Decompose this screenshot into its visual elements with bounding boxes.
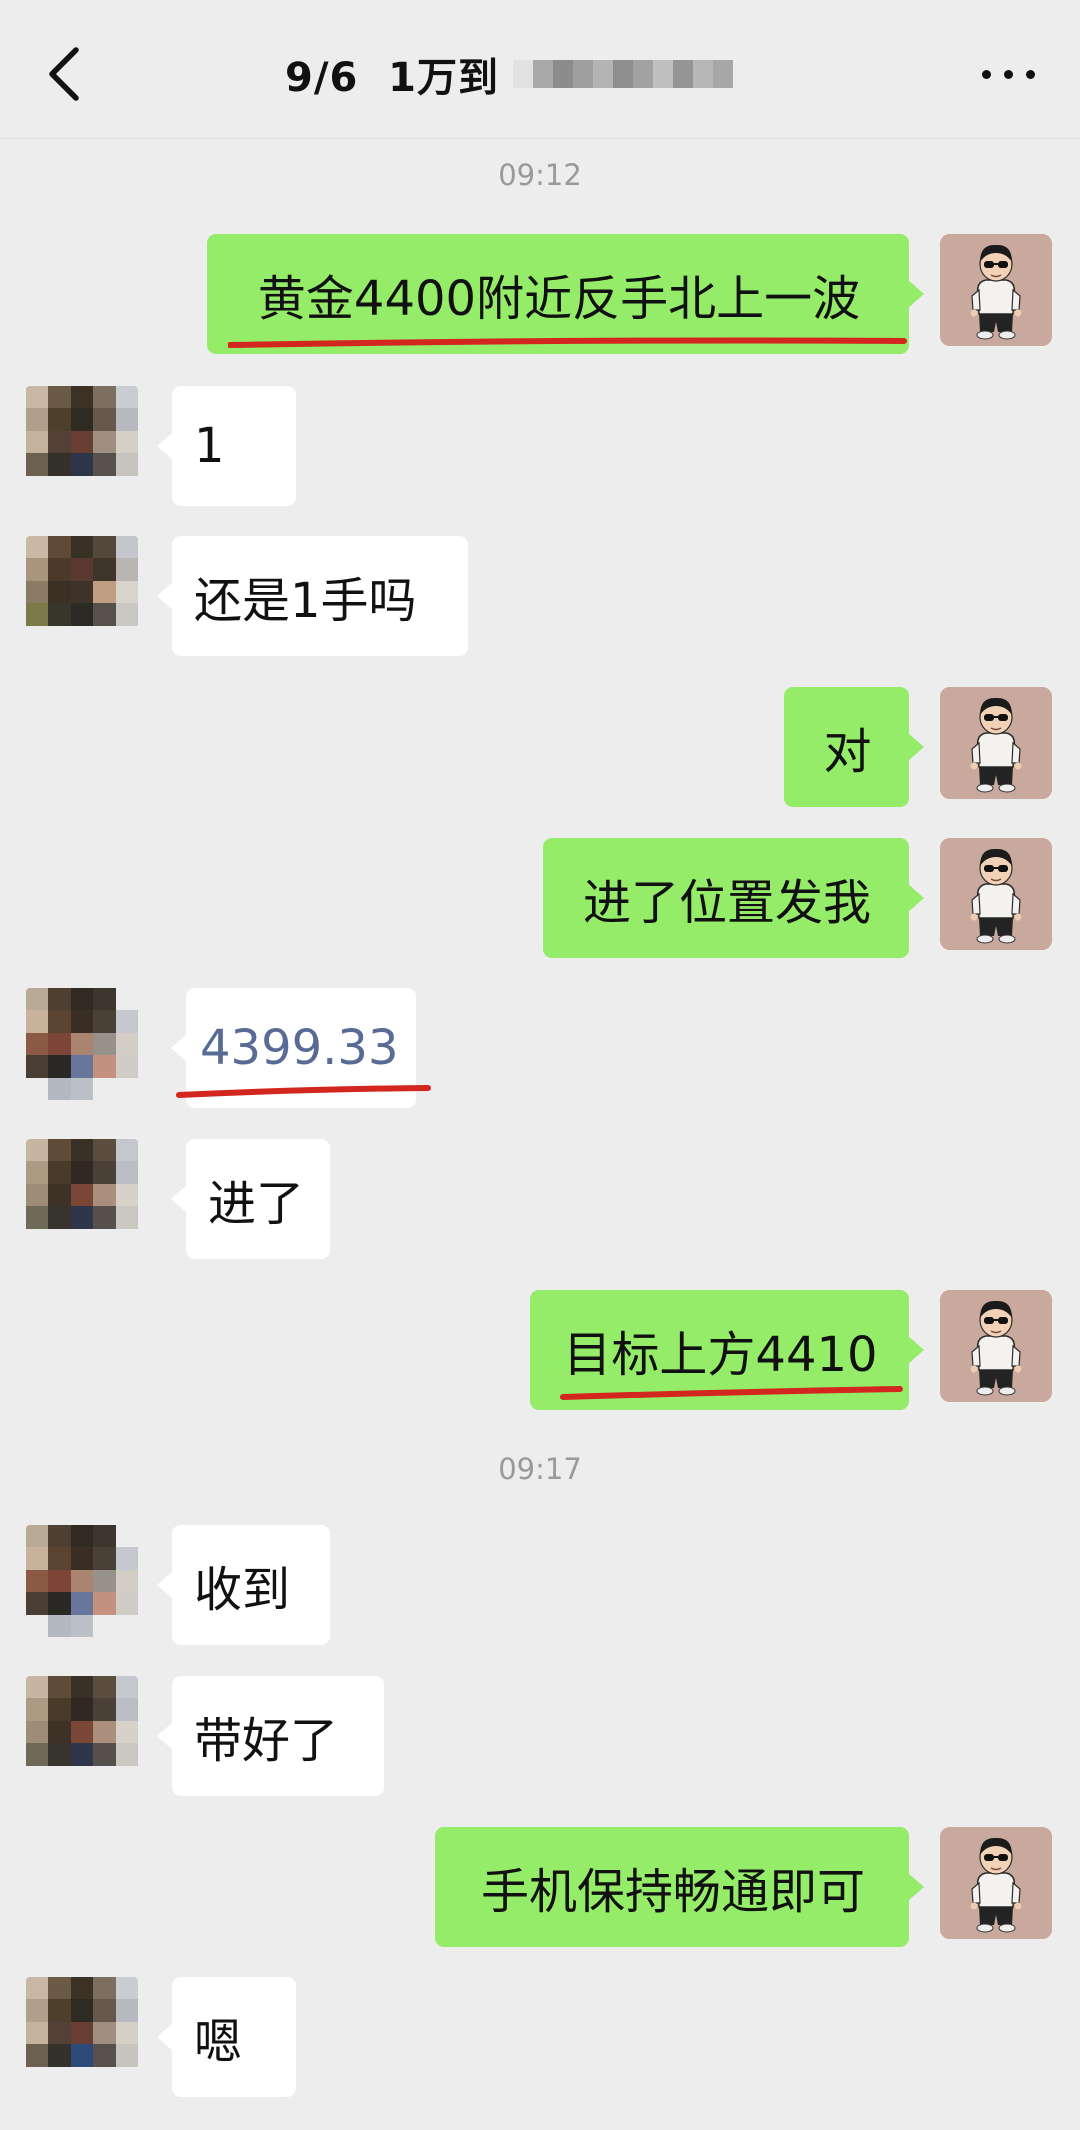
message-bubble-self[interactable]: 对: [784, 687, 924, 807]
chat-screen: 9/6 1万到 09:12 黄金4400附近反手北上一波 1 还是1手吗 对 进…: [0, 0, 1080, 2130]
more-button[interactable]: [980, 60, 1040, 90]
message-bubble-peer[interactable]: 进了: [171, 1139, 330, 1259]
message-link-text[interactable]: 4399.33: [200, 1020, 399, 1076]
message-bubble-self[interactable]: 黄金4400附近反手北上一波: [207, 234, 924, 354]
cartoon-avatar-icon: [940, 1827, 1052, 1939]
chevron-left-icon: [49, 47, 79, 101]
message-bubble-self[interactable]: 目标上方4410: [530, 1290, 924, 1410]
message-bubble-self[interactable]: 手机保持畅通即可: [435, 1827, 924, 1947]
message-text: 黄金4400附近反手北上一波: [257, 271, 861, 327]
self-avatar[interactable]: [940, 1290, 1052, 1402]
peer-avatar[interactable]: [26, 1977, 138, 2089]
chat-title: 9/6 1万到: [285, 46, 733, 102]
timestamp: 09:17: [498, 1452, 582, 1486]
chat-header: 9/6 1万到: [0, 0, 1080, 139]
cartoon-avatar-icon: [940, 1290, 1052, 1402]
message-text: 对: [823, 724, 872, 780]
peer-avatar[interactable]: [26, 536, 138, 648]
back-button[interactable]: [42, 44, 88, 104]
message-bubble-peer[interactable]: 4399.33: [171, 988, 416, 1108]
peer-avatar[interactable]: [26, 1525, 138, 1637]
self-avatar[interactable]: [940, 838, 1052, 950]
message-text: 目标上方4410: [563, 1327, 878, 1383]
message-text: 进了位置发我: [582, 875, 871, 931]
message-bubble-peer[interactable]: 还是1手吗: [157, 536, 468, 656]
self-avatar[interactable]: [940, 687, 1052, 799]
peer-avatar[interactable]: [26, 988, 138, 1100]
message-bubble-peer[interactable]: 带好了: [157, 1676, 384, 1796]
message-bubble-peer[interactable]: 1: [157, 386, 296, 506]
message-text: 带好了: [194, 1713, 339, 1769]
timestamp: 09:12: [498, 158, 582, 192]
message-text: 进了: [208, 1176, 305, 1232]
self-avatar[interactable]: [940, 1827, 1052, 1939]
peer-avatar[interactable]: [26, 1139, 138, 1251]
message-text: 嗯: [194, 2014, 243, 2070]
cartoon-avatar-icon: [940, 234, 1052, 346]
message-text: 还是1手吗: [194, 573, 417, 629]
message-bubble-peer[interactable]: 嗯: [157, 1977, 296, 2097]
message-bubble-self[interactable]: 进了位置发我: [543, 838, 924, 958]
chat-title-text: 9/6 1万到: [285, 55, 499, 101]
cartoon-avatar-icon: [940, 687, 1052, 799]
cartoon-avatar-icon: [940, 838, 1052, 950]
redacted-title-mosaic: [512, 60, 733, 88]
self-avatar[interactable]: [940, 234, 1052, 346]
message-text: 收到: [194, 1562, 291, 1618]
message-bubble-peer[interactable]: 收到: [157, 1525, 330, 1645]
peer-avatar[interactable]: [26, 1676, 138, 1788]
message-text: 手机保持畅通即可: [480, 1864, 865, 1920]
peer-avatar[interactable]: [26, 386, 138, 498]
message-text: 1: [194, 418, 225, 474]
